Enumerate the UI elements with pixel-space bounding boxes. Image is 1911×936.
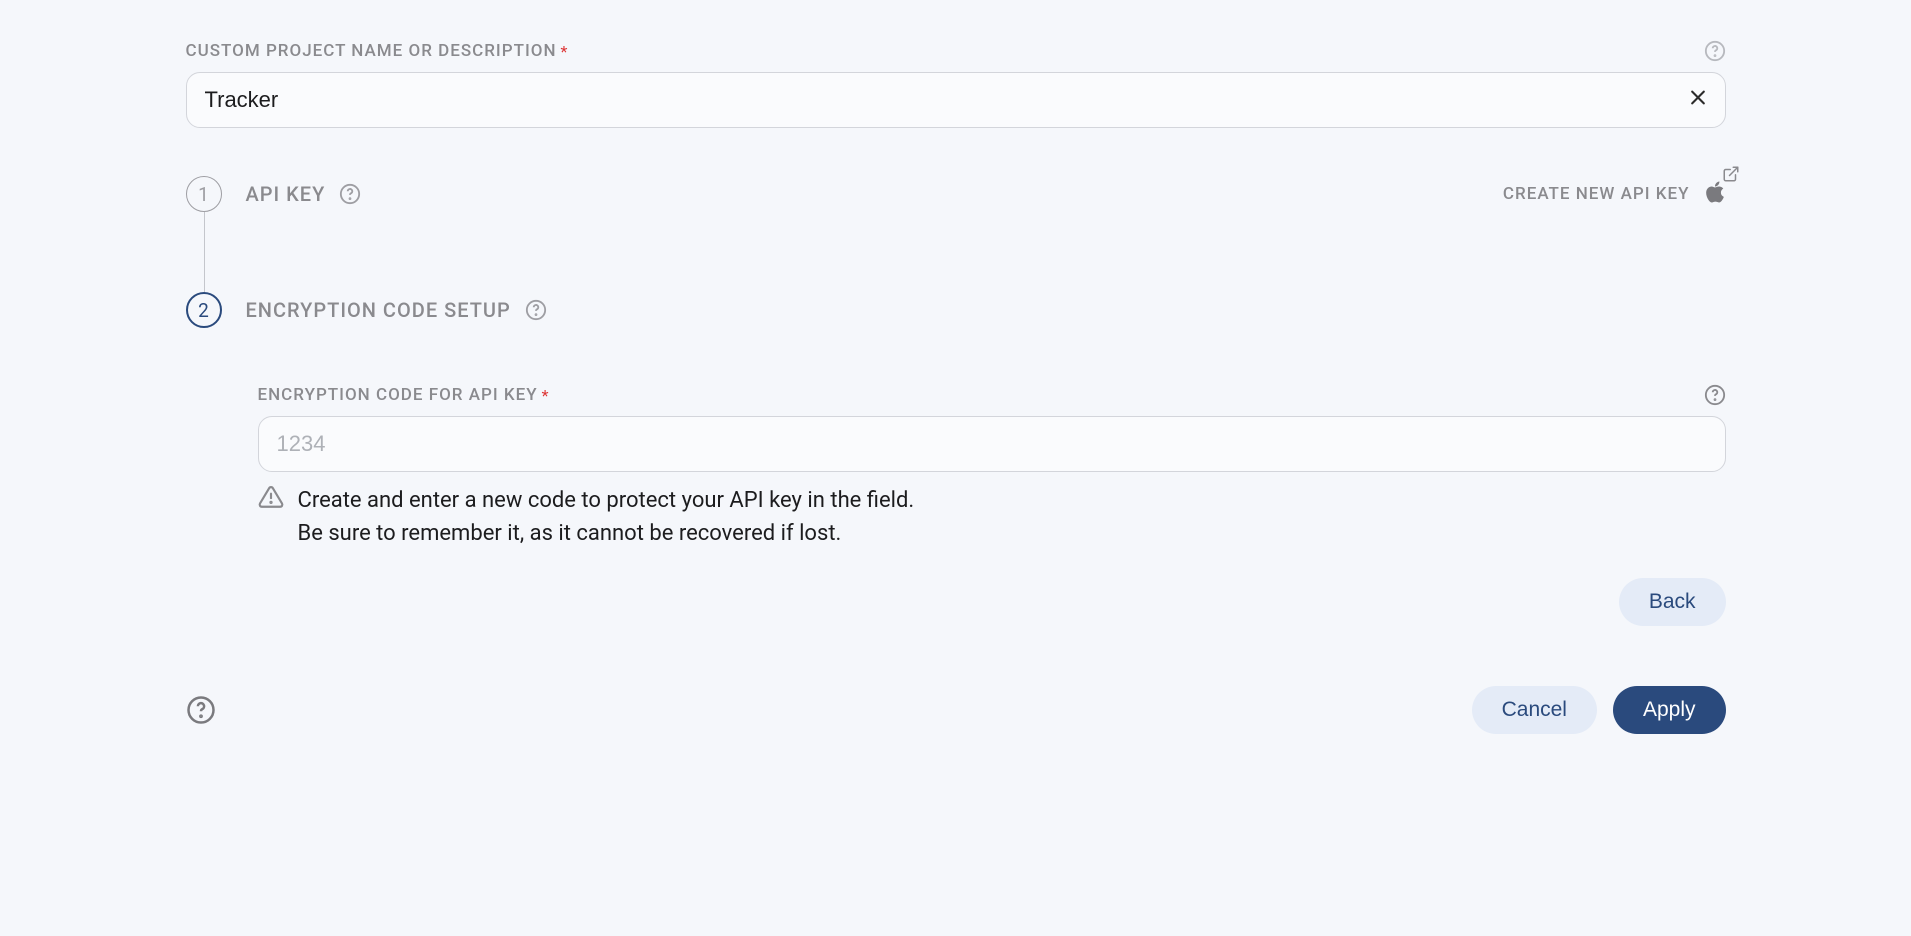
step-2-title: ENCRYPTION CODE SETUP — [246, 298, 511, 322]
step-1-help-icon[interactable] — [339, 183, 361, 205]
encryption-help-icon[interactable] — [1704, 384, 1726, 406]
project-name-input[interactable] — [186, 72, 1726, 128]
steps-container: 1 API KEY CREATE NEW API KEY 2 ENCRYPTIO… — [186, 176, 1726, 626]
step-2-help-icon[interactable] — [525, 299, 547, 321]
step-1-title: API KEY — [246, 182, 326, 206]
encryption-code-input[interactable] — [258, 416, 1726, 472]
project-name-help-icon[interactable] — [1704, 40, 1726, 62]
hint-line-2: Be sure to remember it, as it cannot be … — [298, 517, 915, 550]
required-asterisk: * — [561, 42, 568, 61]
project-name-label: CUSTOM PROJECT NAME OR DESCRIPTION — [186, 41, 557, 61]
encryption-field-label: ENCRYPTION CODE FOR API KEY — [258, 385, 538, 405]
hint-text: Create and enter a new code to protect y… — [298, 484, 915, 550]
step-api-key: 1 API KEY CREATE NEW API KEY — [186, 176, 1726, 212]
encryption-label-row: ENCRYPTION CODE FOR API KEY * — [258, 384, 1726, 406]
step-encryption: 2 ENCRYPTION CODE SETUP — [186, 292, 1726, 328]
project-name-label-row: CUSTOM PROJECT NAME OR DESCRIPTION * — [186, 40, 1726, 62]
cancel-button[interactable]: Cancel — [1472, 686, 1597, 734]
required-asterisk-2: * — [542, 386, 549, 405]
apple-icon-wrap[interactable] — [1704, 179, 1726, 209]
step-2-number: 2 — [186, 292, 222, 328]
create-api-key-link[interactable]: CREATE NEW API KEY — [1503, 184, 1690, 204]
clear-input-button[interactable] — [1684, 84, 1712, 117]
form-container: CUSTOM PROJECT NAME OR DESCRIPTION * 1 A… — [186, 40, 1726, 734]
footer-row: Cancel Apply — [186, 686, 1726, 734]
step-connector — [204, 212, 205, 292]
step-1-number: 1 — [186, 176, 222, 212]
encryption-input-wrap — [258, 416, 1726, 472]
encryption-section: ENCRYPTION CODE FOR API KEY * Create and… — [258, 384, 1726, 626]
hint-line-1: Create and enter a new code to protect y… — [298, 484, 915, 517]
apply-button[interactable]: Apply — [1613, 686, 1726, 734]
footer-help-icon[interactable] — [186, 695, 216, 725]
project-name-input-wrap — [186, 72, 1726, 128]
encryption-hint: Create and enter a new code to protect y… — [258, 484, 1726, 550]
back-button[interactable]: Back — [1619, 578, 1726, 626]
back-button-row: Back — [258, 578, 1726, 626]
warning-icon — [258, 484, 284, 550]
external-link-icon — [1722, 165, 1740, 187]
